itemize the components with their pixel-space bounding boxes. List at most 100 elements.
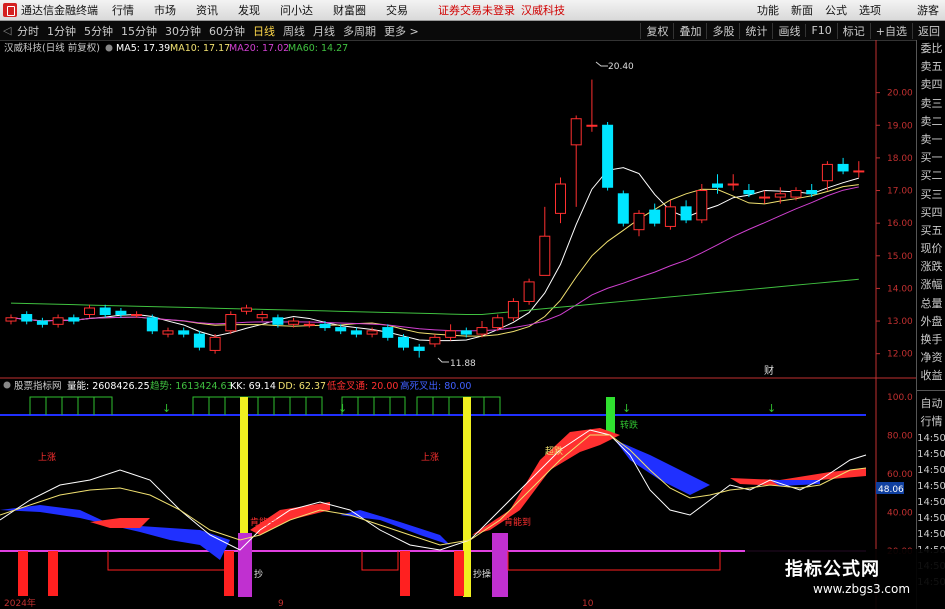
indicator-labels: 上涨 上涨 超跌 肯能到 肯能到 转跌 抄 抄操 [38, 419, 638, 580]
up-label-2: 上涨 [421, 452, 439, 463]
candle [21, 314, 33, 322]
quote-panel: 委比 卖五 卖四 卖三 卖二 卖一 买一 买二 买三 买四 买五 现价 涨跌 涨幅 总量 外盘 换手 净资 收益 自… [916, 40, 945, 609]
high-price-label: 20.40 [608, 62, 634, 72]
period-60min[interactable]: 60分钟 [209, 23, 245, 39]
period-more[interactable]: 更多 > [384, 23, 419, 39]
tool-f10[interactable]: F10 [805, 24, 836, 37]
menu-formula[interactable]: 公式 [825, 2, 847, 18]
candle [413, 346, 425, 351]
period-daily[interactable]: 日线 [253, 23, 275, 39]
tool-add-watch[interactable]: +自选 [869, 22, 912, 39]
ma10-label: MA10: 17.17 [170, 43, 230, 54]
candle [806, 190, 818, 195]
period-monthly[interactable]: 月线 [313, 23, 335, 39]
red-ribbon-3 [472, 428, 620, 535]
candle [492, 317, 504, 329]
auto-label[interactable]: 自动 [917, 395, 945, 413]
app-logo-icon [3, 3, 17, 17]
price-tick-label: 17.00 [887, 187, 913, 197]
app-title: 通达信金融终端 [21, 4, 98, 17]
menu-layout[interactable]: 新面 [791, 2, 813, 18]
reach-label-2: 肯能到 [504, 516, 531, 528]
indicator-dot-icon[interactable] [3, 381, 11, 389]
quote-field-6: 买一 [920, 151, 943, 165]
candle [664, 206, 676, 227]
candle [837, 163, 849, 172]
candle [272, 317, 284, 325]
ma60-label: MA60: 14.27 [288, 43, 348, 54]
trade-login-warning[interactable]: 证券交易未登录 [438, 2, 515, 18]
quote-field-15: 外盘 [920, 314, 943, 328]
candle [712, 183, 723, 188]
time-row-3: 14:50 [917, 480, 945, 492]
svg-text:↓: ↓ [622, 402, 631, 415]
menu-trade[interactable]: 交易 [386, 2, 408, 18]
candle [382, 327, 394, 338]
period-weekly[interactable]: 周线 [283, 23, 305, 39]
time-row-4: 14:50 [917, 496, 945, 508]
quote-field-5: 卖一 [920, 132, 943, 146]
tool-overlay[interactable]: 叠加 [673, 22, 706, 39]
period-multi[interactable]: 多周期 [343, 23, 376, 39]
candle [853, 170, 865, 173]
candle [303, 323, 315, 326]
tool-multi[interactable]: 多股 [706, 22, 739, 39]
price-tick-label: 14.00 [887, 284, 913, 294]
gold-cross-label: 低金叉通: 20.00 [327, 380, 398, 392]
up-label-1: 上涨 [38, 452, 56, 463]
ma20-label: MA20: 17.02 [229, 43, 289, 54]
candle [350, 330, 362, 335]
menu-market[interactable]: 行情 [112, 2, 134, 18]
tool-adjust[interactable]: 复权 [640, 22, 673, 39]
watermark-url: www.zbgs3.com [813, 582, 911, 596]
settings-dot-icon[interactable] [105, 44, 113, 52]
candle [241, 307, 252, 312]
candle [146, 317, 158, 332]
candle [617, 193, 629, 224]
menu-market-center[interactable]: 市场 [154, 2, 176, 18]
tool-mark[interactable]: 标记 [836, 22, 870, 39]
kline-chart[interactable]: 汉威科技(日线 前复权) MA5: 17.39 MA10: 17.17 MA20… [0, 40, 916, 609]
guest-user[interactable]: 游客 [917, 2, 939, 18]
quote-field-9: 买四 [920, 205, 943, 219]
candle [99, 307, 111, 316]
menu-news[interactable]: 资讯 [196, 2, 218, 18]
tool-stats[interactable]: 统计 [739, 22, 772, 39]
period-1min[interactable]: 1分钟 [47, 23, 76, 39]
candle [774, 193, 786, 198]
nav-arrow-icon[interactable]: ◁ [3, 24, 13, 37]
menu-function[interactable]: 功能 [757, 2, 779, 18]
period-30min[interactable]: 30分钟 [165, 23, 201, 39]
period-tick[interactable]: 分时 [17, 23, 39, 39]
candle [366, 330, 378, 335]
time-row-5: 14:50 [917, 512, 945, 524]
menu-discover[interactable]: 发现 [238, 2, 260, 18]
period-5min[interactable]: 5分钟 [84, 23, 113, 39]
quote-label[interactable]: 行情 [917, 413, 945, 431]
ind-tick-label: 40.00 [887, 509, 913, 519]
quote-field-1: 卖五 [920, 60, 943, 74]
tool-back[interactable]: 返回 [912, 22, 945, 39]
menu-ask[interactable]: 问小达 [280, 2, 313, 18]
candle [84, 307, 95, 316]
vol-label: 量能: 2608426.25 [67, 380, 150, 392]
purple-bar-2 [492, 533, 508, 597]
candles [5, 79, 865, 358]
candle [649, 209, 661, 224]
price-annotations: 20.40 11.88 财 [437, 61, 774, 377]
candle [727, 183, 739, 186]
period-15min[interactable]: 15分钟 [121, 23, 157, 39]
time-row-1: 14:50 [917, 448, 945, 460]
menu-options[interactable]: 选项 [859, 2, 881, 18]
cai-marker: 财 [764, 364, 774, 377]
stock-name-tab[interactable]: 汉威科技 [521, 2, 565, 18]
price-tick-label: 18.00 [887, 154, 913, 164]
candle [460, 330, 472, 335]
tool-draw[interactable]: 画线 [772, 22, 805, 39]
menu-wealth[interactable]: 财富圈 [333, 2, 366, 18]
stock-title: 汉威科技(日线 前复权) [4, 42, 100, 54]
top-right-menus: 功能 新面 公式 选项 游客 [751, 0, 945, 20]
blue-ribbon-2 [340, 510, 450, 545]
quote-field-7: 买二 [920, 169, 943, 183]
candle [696, 190, 708, 221]
